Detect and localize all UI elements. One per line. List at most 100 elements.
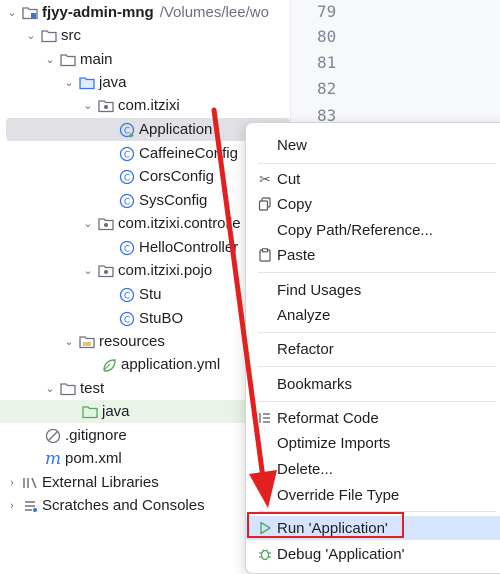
menu-label: Delete... (277, 460, 333, 478)
menu-label: Analyze (277, 306, 331, 324)
class-icon: C (119, 169, 135, 185)
copy-icon (257, 196, 273, 212)
menu-item-copy-path[interactable]: Copy Path/Reference... (246, 218, 500, 242)
tree-label: com.itzixi.pojo (118, 262, 213, 279)
tree-label: com.itzixi.controlle (118, 215, 241, 232)
tree-label: main (80, 51, 113, 68)
menu-item-find-usages[interactable]: Find Usages (246, 278, 500, 302)
menu-item-bookmarks[interactable]: Bookmarks (246, 372, 500, 396)
chevron-down-icon[interactable]: ⌄ (63, 336, 75, 348)
ignore-file-icon (45, 428, 61, 444)
reformat-icon (257, 410, 273, 426)
folder-icon (60, 52, 76, 68)
menu-label: Debug 'Application' (277, 545, 405, 563)
chevron-down-icon[interactable]: ⌄ (63, 77, 75, 89)
tree-label: StuBO (139, 310, 184, 327)
menu-separator (258, 366, 496, 367)
menu-label: Optimize Imports (277, 434, 391, 452)
line-number: 82 (317, 79, 337, 98)
tree-label: com.itzixi (118, 97, 180, 114)
line-number: 81 (317, 53, 337, 72)
menu-label: Refactor (277, 340, 334, 358)
source-folder-icon (79, 75, 95, 91)
line-number: 80 (317, 27, 337, 46)
svg-text:C: C (124, 244, 130, 254)
menu-label: Find Usages (277, 281, 362, 299)
class-icon: C (119, 311, 135, 327)
tree-label: SysConfig (139, 192, 208, 209)
chevron-down-icon[interactable]: ⌄ (82, 100, 94, 112)
menu-label: Bookmarks (277, 375, 353, 393)
menu-label: Copy Path/Reference... (277, 221, 433, 239)
chevron-down-icon[interactable]: ⌄ (82, 218, 94, 230)
tree-label: src (61, 27, 81, 44)
svg-text:C: C (124, 197, 130, 207)
chevron-right-icon[interactable]: › (6, 477, 18, 489)
menu-item-optimize-imports[interactable]: Optimize Imports (246, 431, 500, 455)
package-icon (98, 263, 114, 279)
spring-config-icon (101, 357, 117, 373)
menu-item-copy[interactable]: Copy (246, 192, 500, 216)
menu-item-reformat[interactable]: Reformat Code (246, 406, 500, 430)
tree-label: java (102, 403, 130, 420)
menu-item-refactor[interactable]: Refactor (246, 337, 500, 361)
menu-item-override-file-type[interactable]: Override File Type (246, 483, 500, 507)
tree-label: resources (99, 333, 165, 350)
menu-label: Copy (277, 195, 313, 213)
resources-folder-icon (79, 334, 95, 350)
maven-icon: m (44, 448, 62, 469)
svg-text:C: C (124, 291, 130, 301)
chevron-down-icon[interactable]: ⌄ (6, 7, 18, 19)
chevron-down-icon[interactable]: ⌄ (25, 30, 37, 42)
menu-item-cut[interactable]: ✂ Cut (246, 167, 500, 191)
menu-label: Override File Type (277, 486, 400, 504)
test-folder-icon (82, 404, 98, 420)
line-number: 79 (317, 2, 337, 21)
menu-separator (258, 332, 496, 333)
svg-text:C: C (124, 173, 130, 183)
class-icon: C (119, 240, 135, 256)
menu-item-new[interactable]: New (246, 133, 500, 157)
tree-label: pom.xml (65, 450, 122, 467)
svg-text:C: C (124, 126, 130, 136)
tree-item-main[interactable]: ⌄ main (0, 48, 290, 71)
debug-bug-icon (257, 546, 273, 562)
tree-item-java[interactable]: ⌄ java (0, 71, 290, 94)
package-icon (98, 98, 114, 114)
chevron-right-icon[interactable]: › (6, 500, 18, 512)
tree-label: Scratches and Consoles (42, 497, 205, 514)
chevron-down-icon[interactable]: ⌄ (44, 383, 56, 395)
menu-label: Reformat Code (277, 409, 379, 427)
tree-item-package[interactable]: ⌄ com.itzixi (0, 94, 290, 117)
scissors-icon: ✂ (259, 170, 271, 187)
menu-separator (258, 401, 496, 402)
menu-label: Cut (277, 170, 301, 188)
tree-label: External Libraries (42, 474, 159, 491)
paste-icon (257, 247, 273, 263)
tree-label: CaffeineConfig (139, 145, 238, 162)
class-icon: C (119, 287, 135, 303)
folder-icon (60, 381, 76, 397)
tree-label: application.yml (121, 356, 221, 373)
module-folder-icon (22, 5, 38, 21)
tree-label: test (80, 380, 105, 397)
tree-label: java (99, 74, 127, 91)
annotation-highlight-box (247, 512, 404, 538)
folder-icon (41, 28, 57, 44)
class-icon: C (119, 146, 135, 162)
menu-item-analyze[interactable]: Analyze (246, 303, 500, 327)
package-icon (98, 216, 114, 232)
tree-label: HelloController (139, 239, 239, 256)
menu-item-debug-application[interactable]: Debug 'Application' (246, 542, 500, 566)
tree-label: Stu (139, 286, 162, 303)
tree-label: .gitignore (65, 427, 127, 444)
menu-item-paste[interactable]: Paste (246, 243, 500, 267)
libraries-icon (22, 475, 38, 491)
tree-item-src[interactable]: ⌄ src (0, 24, 290, 47)
chevron-down-icon[interactable]: ⌄ (82, 265, 94, 277)
menu-separator (258, 163, 496, 164)
chevron-down-icon[interactable]: ⌄ (44, 54, 56, 66)
tree-item-root[interactable]: ⌄ fjyy-admin-mng /Volumes/lee/wo (0, 1, 290, 24)
svg-text:C: C (124, 150, 130, 160)
menu-item-delete[interactable]: Delete... (246, 457, 500, 481)
